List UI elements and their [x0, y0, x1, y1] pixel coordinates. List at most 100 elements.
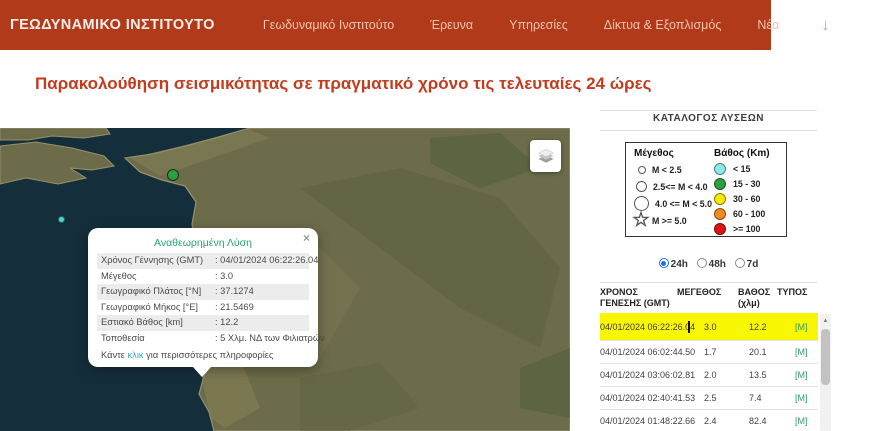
- legend-depth-column: Βάθος (Km) < 15 15 - 30 30 - 60 60 - 100…: [714, 148, 782, 232]
- legend-label: 2.5<= M < 4.0: [653, 182, 708, 192]
- cell-depth: 12.2: [749, 322, 795, 332]
- cell-type: [M]: [795, 322, 818, 332]
- divider: [600, 130, 817, 131]
- table-row[interactable]: 04/01/2024 03:06:02.81 2.0 13.5 [M]: [600, 364, 818, 387]
- legend-item: < 15: [714, 161, 782, 176]
- scroll-up-icon[interactable]: ▲: [820, 314, 831, 327]
- text-cursor: [688, 321, 690, 333]
- more-info-link[interactable]: κλικ: [128, 350, 144, 360]
- nav-item-networks[interactable]: Δίκτυα & Εξοπλισμός: [604, 18, 722, 32]
- top-nav-bar: ΓΕΩΔΥΝΑΜΙΚΟ ΙΝΣΤΙΤΟΥΤΟ Γεωδυναμικό Ινστι…: [0, 0, 771, 50]
- radio-icon[interactable]: [735, 258, 745, 268]
- cell-magnitude: 1.7: [704, 347, 749, 357]
- popup-label: Τοποθεσία: [101, 333, 215, 344]
- popup-footer-text: για περισσότερες πληροφορίες: [144, 350, 274, 360]
- radio-icon[interactable]: [697, 258, 707, 268]
- earthquake-marker-green[interactable]: [167, 169, 179, 181]
- earthquake-popup: × Αναθεωρημένη Λύση Χρόνος Γέννησης (GMT…: [88, 228, 318, 367]
- radio-selected-icon[interactable]: [659, 258, 669, 268]
- cyan-depth-icon: [714, 163, 726, 175]
- map-legend: Μέγεθος M < 2.5 2.5<= M < 4.0 4.0 <= M <…: [625, 142, 787, 237]
- star-icon: ☆: [632, 210, 650, 230]
- filter-48h[interactable]: 48h: [697, 259, 726, 270]
- col-header-time: ΧΡΟΝΟΣ ΓΕΝΕΣΗΣ (GMT): [600, 287, 677, 309]
- popup-row-latitude: Γεωγραφικό Πλάτος [°N] : 37.1274: [97, 284, 309, 300]
- table-scrollbar[interactable]: ▲: [820, 314, 831, 431]
- legend-depth-title: Βάθος (Km): [714, 148, 782, 159]
- popup-value: : 12.2: [215, 317, 305, 328]
- map-layers-button[interactable]: [530, 140, 561, 172]
- earthquake-table-header: ΧΡΟΝΟΣ ΓΕΝΕΣΗΣ (GMT) ΜΕΓΕΘΟΣ ΒΑΘΟΣ (χλμ)…: [600, 287, 818, 309]
- site-logo[interactable]: ΓΕΩΔΥΝΑΜΙΚΟ ΙΝΣΤΙΤΟΥΤΟ: [10, 17, 215, 33]
- popup-row-time: Χρόνος Γέννησης (GMT) : 04/01/2024 06:22…: [97, 253, 309, 269]
- main-nav: Γεωδυναμικό Ινστιτούτο Έρευνα Υπηρεσίες …: [263, 15, 830, 35]
- cell-depth: 82.4: [749, 416, 795, 426]
- filter-label: 48h: [709, 259, 726, 270]
- cell-depth: 13.5: [749, 370, 795, 380]
- filter-label: 7d: [747, 259, 759, 270]
- page-title: Παρακολούθηση σεισμικότητας σε πραγματικ…: [35, 74, 652, 94]
- cell-time: 04/01/2024 01:48:22.66: [600, 416, 704, 426]
- cell-depth: 7.4: [749, 393, 795, 403]
- red-depth-icon: [714, 223, 726, 235]
- earthquake-marker-cyan[interactable]: [58, 216, 65, 223]
- cell-magnitude: 2.5: [704, 393, 749, 403]
- popup-label: Γεωγραφικό Πλάτος [°N]: [101, 286, 215, 297]
- cell-time: 04/01/2024 06:02:44.50: [600, 347, 704, 357]
- legend-label: >= 100: [733, 224, 760, 234]
- popup-footer: Κάντε κλικ για περισσότερες πληροφορίες: [97, 346, 309, 360]
- popup-row-depth: Εστιακό Βάθος [km] : 12.2: [97, 315, 309, 331]
- legend-magnitude-column: Μέγεθος M < 2.5 2.5<= M < 4.0 4.0 <= M <…: [634, 148, 714, 232]
- legend-item: ☆ M >= 5.0: [634, 212, 714, 229]
- popup-value: : 37.1274: [215, 286, 305, 297]
- cell-time: 04/01/2024 03:06:02.81: [600, 370, 704, 380]
- time-filter-group: 24h 48h 7d: [600, 258, 817, 270]
- scrollbar-thumb[interactable]: [821, 329, 830, 385]
- filter-7d[interactable]: 7d: [735, 259, 759, 270]
- popup-label: Εστιακό Βάθος [km]: [101, 317, 215, 328]
- nav-item-services[interactable]: Υπηρεσίες: [509, 18, 568, 32]
- table-row[interactable]: 04/01/2024 02:40:41.53 2.5 7.4 [M]: [600, 387, 818, 410]
- yellow-depth-icon: [714, 193, 726, 205]
- cell-type: [M]: [795, 416, 818, 426]
- nav-item-research[interactable]: Έρευνα: [430, 18, 473, 32]
- filter-24h[interactable]: 24h: [659, 259, 688, 270]
- legend-item: 15 - 30: [714, 176, 782, 191]
- filter-label: 24h: [671, 259, 688, 270]
- legend-item: 60 - 100: [714, 206, 782, 221]
- layers-icon: [537, 147, 555, 165]
- popup-value: : 3.0: [215, 271, 305, 282]
- popup-value: : 04/01/2024 06:22:26.04: [215, 255, 318, 266]
- cell-depth: 20.1: [749, 347, 795, 357]
- popup-title: Αναθεωρημένη Λύση: [97, 235, 309, 253]
- legend-label: 4.0 <= M < 5.0: [655, 199, 712, 209]
- close-icon[interactable]: ×: [303, 232, 310, 244]
- popup-value: : 21.5469: [215, 302, 305, 313]
- popup-row-longitude: Γεωγραφικό Μήκος [°E] : 21.5469: [97, 300, 309, 316]
- legend-label: 60 - 100: [733, 209, 765, 219]
- popup-value: : 5 Χλμ. ΝΔ των Φιλιατρών: [215, 333, 325, 344]
- col-header-depth: ΒΑΘΟΣ (χλμ): [738, 287, 777, 309]
- legend-label: M < 2.5: [652, 165, 682, 175]
- cell-type: [M]: [795, 347, 818, 357]
- legend-magnitude-title: Μέγεθος: [634, 148, 714, 159]
- down-arrow-icon[interactable]: ↓: [821, 15, 830, 35]
- small-circle-icon: [638, 166, 646, 174]
- table-row[interactable]: 04/01/2024 01:48:22.66 2.4 82.4 [M]: [600, 410, 818, 431]
- popup-label: Γεωγραφικό Μήκος [°E]: [101, 302, 215, 313]
- nav-item-news[interactable]: Νέα: [757, 18, 779, 32]
- legend-item: M < 2.5: [634, 161, 714, 178]
- nav-item-institute[interactable]: Γεωδυναμικό Ινστιτούτο: [263, 18, 394, 32]
- cell-time: 04/01/2024 02:40:41.53: [600, 393, 704, 403]
- cell-type: [M]: [795, 370, 818, 380]
- popup-row-location: Τοποθεσία : 5 Χλμ. ΝΔ των Φιλιατρών: [97, 331, 309, 347]
- table-row[interactable]: 04/01/2024 06:02:44.50 1.7 20.1 [M]: [600, 341, 818, 364]
- green-depth-icon: [714, 178, 726, 190]
- legend-item: 2.5<= M < 4.0: [634, 178, 714, 195]
- satellite-map[interactable]: × Αναθεωρημένη Λύση Χρόνος Γέννησης (GMT…: [0, 128, 570, 431]
- medium-circle-icon: [636, 181, 647, 192]
- legend-item: >= 100: [714, 221, 782, 236]
- table-row-selected[interactable]: 04/01/2024 06:22:26.04 3.0 12.2 [M]: [600, 313, 818, 341]
- legend-label: 30 - 60: [733, 194, 760, 204]
- legend-label: 15 - 30: [733, 179, 760, 189]
